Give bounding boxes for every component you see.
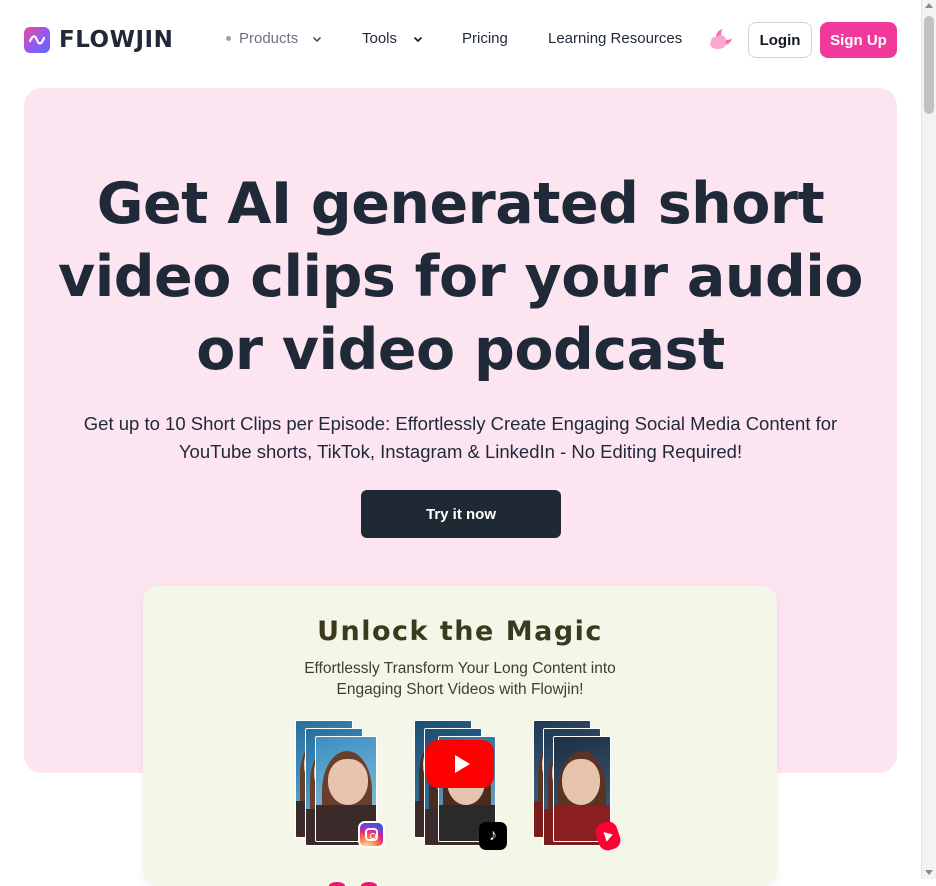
scroll-down-arrow-icon[interactable] [925, 870, 933, 875]
promo-subtitle-line: Engaging Short Videos with Flowjin! [336, 681, 584, 698]
scrollbar-thumb[interactable] [924, 16, 934, 114]
video-thumbnail-stack-instagram [295, 720, 385, 848]
promo-title: Unlock the Magic [317, 616, 603, 647]
video-thumbnail-stack-tiktok: ♪ [414, 720, 507, 850]
moon-cloud-icon[interactable] [708, 26, 734, 52]
video-thumbnail-stack-shorts [533, 720, 623, 853]
nav-item-learning-resources[interactable]: Learning Resources [548, 30, 682, 47]
logo-text: FLOWJIN [59, 27, 174, 53]
promo-subtitle-line: Effortlessly Transform Your Long Content… [304, 660, 616, 677]
instagram-icon [358, 821, 385, 848]
hero-title: Get AI generated short video clips for y… [58, 171, 863, 383]
vertical-scrollbar[interactable] [921, 0, 936, 879]
scroll-up-arrow-icon[interactable] [925, 3, 933, 8]
nav-item-tools[interactable]: Tools [362, 30, 425, 47]
logo[interactable]: FLOWJIN [24, 27, 173, 53]
nav-item-label: Learning Resources [548, 30, 683, 47]
login-button[interactable]: Login [748, 22, 812, 58]
promo-subtitle: Effortlessly Transform Your Long Content… [143, 658, 777, 700]
youtube-shorts-icon [593, 819, 623, 853]
nav-item-products[interactable]: Products [226, 30, 324, 47]
tiktok-icon: ♪ [479, 822, 507, 850]
hero-subtitle: Get up to 10 Short Clips per Episode: Ef… [83, 413, 838, 462]
signup-button[interactable]: Sign Up [820, 22, 897, 58]
bullet-icon [226, 36, 231, 41]
logo-wave-icon [24, 27, 50, 53]
nav-item-pricing[interactable]: Pricing [462, 30, 508, 47]
youtube-play-icon [426, 740, 494, 788]
nav-item-label: Products [239, 30, 299, 47]
chevron-down-icon [413, 36, 423, 42]
promo-image-card: Unlock the Magic Effortlessly Transform … [143, 586, 777, 886]
decorative-hearts-icon [329, 882, 377, 886]
nav-item-label: Pricing [462, 30, 508, 47]
try-it-now-button[interactable]: Try it now [361, 490, 561, 538]
chevron-down-icon [313, 36, 322, 42]
nav-item-label: Tools [362, 30, 398, 47]
site-header: FLOWJIN Products Tools Pricing Learning … [0, 0, 921, 80]
